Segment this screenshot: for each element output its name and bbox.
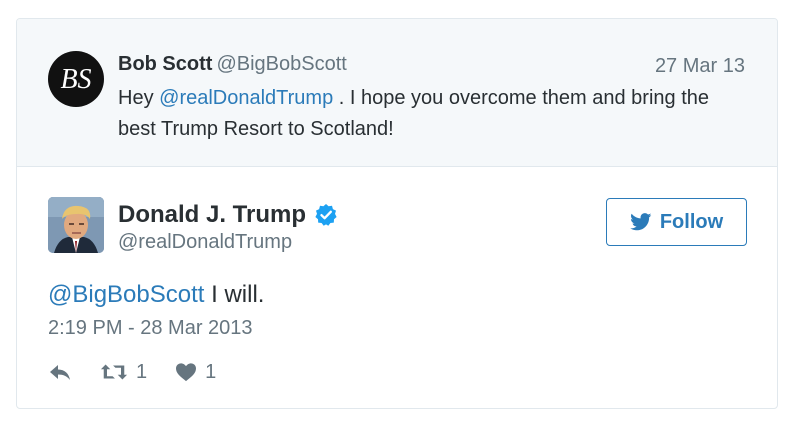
tweet-author-name-row: Donald J. Trump (118, 201, 338, 229)
mention-link-realdonaldtrump[interactable]: @realDonaldTrump (159, 87, 333, 109)
donald-trump-avatar[interactable] (48, 197, 104, 253)
tweet-author-handle[interactable]: @realDonaldTrump (118, 231, 292, 254)
like-count: 1 (205, 360, 217, 383)
bs-monogram-icon: BS (60, 64, 91, 95)
parent-text-prefix: Hey (118, 87, 154, 109)
trump-portrait-icon (48, 197, 104, 253)
tweet-actions: 1 1 (48, 360, 216, 384)
parent-tweet-date[interactable]: 27 Mar 13 (655, 55, 745, 78)
reply-button[interactable] (48, 362, 72, 382)
verified-badge-icon (315, 204, 337, 226)
tweet-timestamp[interactable]: 2:19 PM - 28 Mar 2013 (48, 317, 253, 340)
parent-author-name[interactable]: Bob Scott (118, 53, 212, 75)
twitter-bird-icon (629, 213, 652, 231)
parent-tweet-text: Hey @realDonaldTrump . I hope you overco… (118, 83, 738, 145)
svg-text:BS: BS (60, 64, 91, 95)
tweet-body: I will. (204, 281, 265, 308)
parent-tweet-header: Bob Scott @BigBobScott (118, 53, 347, 76)
follow-button-label: Follow (659, 210, 724, 233)
mention-link-bigbobscott[interactable]: @BigBobScott (48, 281, 204, 308)
tweet-author-name[interactable]: Donald J. Trump (118, 201, 306, 229)
parent-author-handle[interactable]: @BigBobScott (216, 53, 346, 75)
retweet-button[interactable]: 1 (100, 361, 147, 384)
heart-icon (176, 363, 197, 382)
bob-scott-avatar[interactable]: BS (48, 51, 104, 107)
parent-tweet[interactable]: BS Bob Scott @BigBobScott 27 Mar 13 Hey @… (17, 19, 777, 167)
like-button[interactable]: 1 (175, 361, 216, 384)
tweet-embed-card: BS Bob Scott @BigBobScott 27 Mar 13 Hey @… (16, 18, 778, 409)
retweet-count: 1 (136, 360, 148, 383)
retweet-icon (100, 364, 128, 380)
follow-button[interactable]: Follow (606, 198, 747, 246)
tweet-text: @BigBobScott I will. (48, 281, 264, 309)
reply-icon (50, 365, 70, 380)
